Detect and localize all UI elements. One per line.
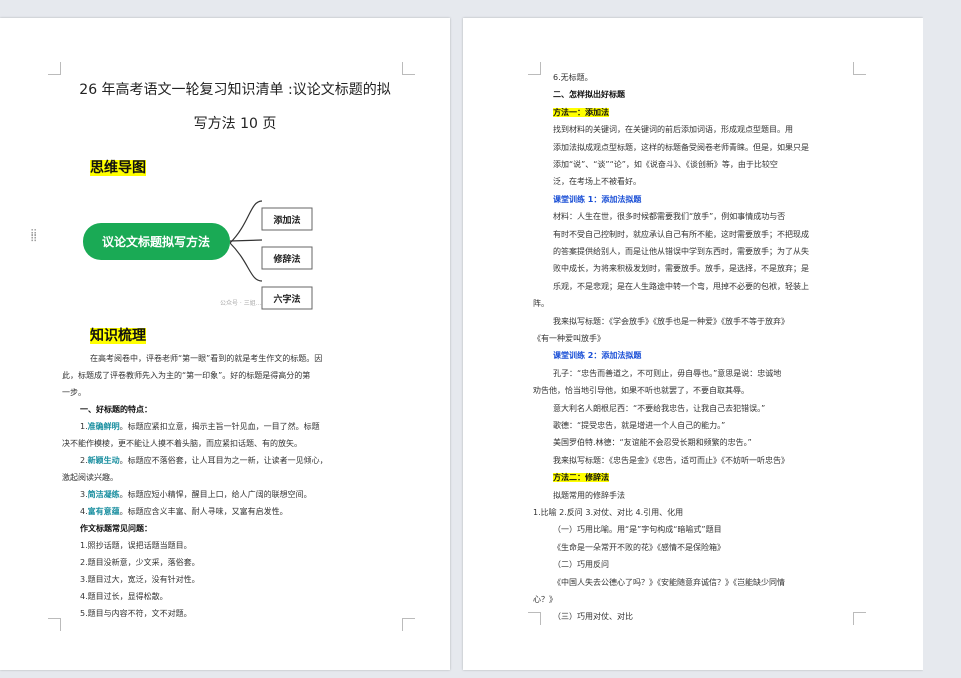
page2-line: （三）巧用对仗、对比 — [553, 612, 633, 621]
corner-mark — [48, 618, 61, 631]
feature-item: 4.富有意蕴。标题应含义丰富、耐人寻味，又富有启发性。 — [80, 507, 288, 516]
page2-line: 6.无标题。 — [553, 73, 593, 82]
page2-line: 《有一种爱叫放手》 — [533, 334, 605, 343]
corner-mark — [528, 612, 541, 625]
page2-line: 乐观，不是悲观；是在人生路途中转一个弯，甩掉不必要的包袱，轻装上 — [553, 282, 809, 291]
method-heading: 方法二：修辞法 — [553, 473, 609, 482]
problem-item: 3.题目过大，宽泛，没有针对性。 — [80, 575, 200, 584]
page2-line: 材料：人生在世，很多时候都需要我们“放手”，例如事情成功与否 — [553, 212, 786, 221]
mindmap-connector — [229, 239, 263, 242]
page2-line: 意大利名人朗根尼西：“不要给我忠告，让我自己去犯错误。” — [553, 404, 766, 413]
mindmap-branch-text: 六字法 — [273, 293, 300, 305]
problem-item: 5.题目与内容不符，文不对题。 — [80, 609, 192, 618]
page2-line: （二）巧用反问 — [553, 560, 609, 569]
watermark-text: 公众号 · 三姐… — [220, 299, 262, 307]
page2-line: （一）巧用比喻。用“是”字句构成“暗喻式”题目 — [553, 525, 722, 534]
intro-line: 此，标题成了评卷教师先入为主的“第一印象”。好的标题是得高分的第 — [62, 371, 311, 380]
corner-mark — [853, 62, 866, 75]
corner-mark — [853, 612, 866, 625]
feature-item: 1.准确鲜明。标题应紧扣立意，揭示主旨一针见血，一目了然。标题 — [80, 422, 320, 431]
workspace-background — [923, 0, 961, 678]
document-page-1: 26 年高考语文一轮复习知识清单 :议论文标题的拟 写方法 10 页 思维导图 … — [0, 18, 450, 670]
feature-item-cont: 激起阅读兴趣。 — [62, 473, 118, 482]
page2-line: 1.比喻 2.反问 3.对仗、对比 4.引用、化用 — [533, 508, 684, 517]
intro-line: 在高考阅卷中，评卷老师“第一眼”看到的就是考生作文的标题。因 — [90, 354, 323, 363]
section-heading: 二、怎样拟出好标题 — [553, 90, 625, 99]
knowledge-heading: 知识梳理 — [90, 328, 146, 344]
page2-line: 劝告他，恰当地引导他，如果不听也就罢了，不要自取其辱。 — [533, 386, 749, 395]
mindmap-branch-text: 添加法 — [273, 214, 300, 226]
mindmap-connector — [229, 242, 263, 282]
problems-heading: 作文标题常见问题： — [80, 524, 152, 533]
page2-line: 添加法拟成观点型标题，这样的标题备受阅卷老师青睐。但是，如果只是 — [553, 143, 809, 152]
page2-line: 《生命是一朵常开不败的花》《感情不是保险箱》 — [553, 543, 725, 552]
problem-item: 1.照抄话题，误把话题当题目。 — [80, 541, 192, 550]
mindmap-connector — [229, 200, 263, 244]
problem-item: 4.题目过长，显得松散。 — [80, 592, 168, 601]
page2-line: 添加“说”、“谈”“论”，如《说奋斗》、《谈创新》等，由于比较空 — [553, 160, 778, 169]
method-heading: 方法一：添加法 — [553, 108, 609, 117]
corner-mark — [528, 62, 541, 75]
corner-mark — [402, 618, 415, 631]
exercise-heading: 课堂训练 1：添加法拟题 — [553, 195, 642, 204]
mindmap-branch-text: 修辞法 — [272, 253, 300, 265]
page2-line: 美国罗伯特.林德：“友谊能不会忍受长期和频繁的忠告。” — [553, 438, 752, 447]
page2-line: 的答案提供给别人，而是让他从错误中学到东西时，需要放手；为了从失 — [553, 247, 809, 256]
document-page-2: 6.无标题。二、怎样拟出好标题 方法一：添加法找到材料的关键词，在关键词的前后添加… — [463, 18, 923, 670]
page2-line: 拟题常用的修辞手法 — [553, 491, 625, 500]
page2-line: 败中成长，为将来积极发划时，需要放手。放手，是选择，不是放弃；是 — [553, 264, 809, 273]
page2-line: 心？》 — [533, 595, 557, 604]
page2-line: 泛，在考场上不被看好。 — [553, 177, 641, 186]
features-heading: 一、好标题的特点： — [80, 405, 152, 414]
feature-item: 3.简洁凝练。标题应短小精悍，醒目上口，给人广阔的联想空间。 — [80, 490, 312, 499]
doc-title-line1: 26 年高考语文一轮复习知识清单 :议论文标题的拟 — [79, 82, 391, 98]
feature-item-cont: 决不能作模棱，更不能让人摸不着头脑，而应紧扣话题、有的放矢。 — [62, 439, 302, 448]
exercise-heading: 课堂训练 2：添加法拟题 — [553, 351, 642, 360]
page2-line: 我来拟写标题：《忠告是金》《忠告，适可而止》《不妨听一听忠告》 — [553, 456, 789, 465]
page2-line: 阵。 — [533, 299, 549, 308]
mindmap-heading: 思维导图 — [90, 160, 146, 176]
page2-line: 歌德：“提受忠告，就是增进一个人自己的能力。” — [553, 421, 726, 430]
doc-title-line2: 写方法 10 页 — [193, 116, 277, 132]
intro-line: 一步。 — [62, 388, 86, 397]
drag-handle-icon[interactable]: ⠿ ⠿ — [30, 230, 40, 248]
mindmap-diagram: 议论文标题拟写方法 添加法 修辞法 六字法 公众号 · 三姐… — [83, 200, 313, 310]
problem-item: 2.题目没新意，少文采，落俗套。 — [80, 558, 200, 567]
feature-item: 2.新颖生动。标题应不落俗套，让人耳目为之一新，让读者一见倾心， — [80, 456, 328, 465]
page2-line: 《中国人失去公德心了吗？》《安能随意弃诚信？》《岂能缺少同情 — [553, 578, 785, 587]
page2-line: 找到材料的关键词，在关键词的前后添加词语，形成观点型题目。用 — [553, 125, 793, 134]
page2-line: 我来拟写标题：《学会放手》《放手也是一种爱》《放手不等于放弃》 — [553, 317, 789, 326]
page2-line: 有时不受自己控制时，就应承认自己有所不能，这时需要放手；不把现成 — [553, 230, 809, 239]
page2-line: 孔子：“忠告而善道之，不可则止，毋自辱也。”意思是说：忠诚地 — [553, 369, 782, 378]
mindmap-center-text: 议论文标题拟写方法 — [102, 234, 210, 249]
